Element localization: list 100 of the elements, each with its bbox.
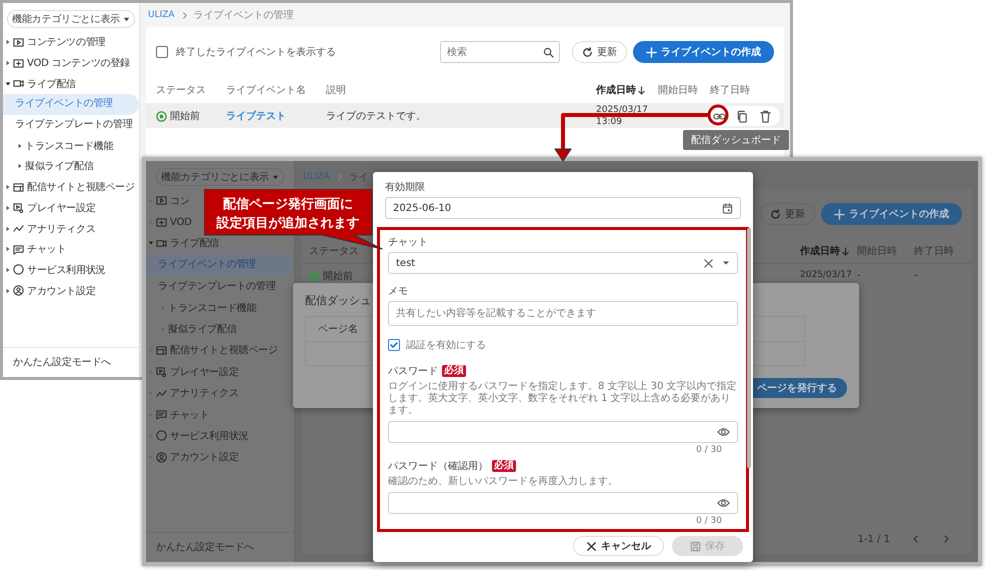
checkbox[interactable]: [156, 46, 168, 58]
highlight-ring: [708, 104, 728, 126]
character-counter: 0 / 30: [696, 445, 722, 455]
expand-caret-icon[interactable]: [5, 80, 11, 87]
column-header[interactable]: 終了日時: [710, 83, 750, 97]
nav-item[interactable]: 配信サイトと視聴ページ: [27, 180, 135, 194]
nav-item[interactable]: サービス利用状況: [27, 262, 106, 277]
event-name-link[interactable]: ライブテスト: [226, 109, 286, 123]
close-icon: [586, 540, 597, 552]
view-selector[interactable]: 機能カテゴリごとに表示: [156, 168, 284, 186]
line-chart-icon: [156, 388, 167, 399]
add-icon: [156, 216, 167, 228]
nav-item[interactable]: コン: [170, 194, 190, 208]
nav-item[interactable]: 配信サイトと視聴ページ: [170, 343, 278, 358]
memo-field[interactable]: 共有したい内容等を記載することができます: [388, 301, 738, 326]
help-text: 確認のため、新しいパスワードを再度入力します。: [388, 476, 619, 488]
layout-icon: [13, 182, 24, 193]
eye-icon[interactable]: [717, 427, 730, 437]
refresh-button[interactable]: 更新: [572, 41, 627, 63]
search-field[interactable]: 検索: [440, 41, 560, 63]
nav-item[interactable]: 擬似ライブ配信: [25, 159, 94, 174]
nav-item[interactable]: ライブイベントの管理: [3, 94, 139, 115]
column-header[interactable]: 開始日時: [658, 83, 698, 97]
field-label: 有効期限: [385, 180, 426, 194]
created-date: 2025/03/17: [800, 269, 853, 281]
required-badge: 必須: [492, 460, 516, 472]
nav-item[interactable]: アナリティクス: [170, 386, 239, 400]
column-header[interactable]: 説明: [326, 83, 346, 97]
refresh-button[interactable]: 更新: [760, 203, 815, 225]
nav-item[interactable]: チャット: [27, 242, 66, 256]
column-header[interactable]: ステータス: [309, 244, 359, 258]
column-header[interactable]: 作成日時: [800, 244, 840, 258]
nav-item[interactable]: 擬似ライブ配信: [168, 322, 237, 336]
character-counter: 0 / 30: [696, 516, 722, 526]
nav-item[interactable]: サービス利用状況: [170, 428, 248, 443]
column-header[interactable]: 終了日時: [914, 244, 954, 258]
breadcrumb-link[interactable]: ULIZA: [148, 10, 175, 20]
callout-text: 配信ページ発行画面に: [223, 197, 353, 212]
add-icon: [13, 58, 24, 69]
nav-item[interactable]: トランスコード機能: [168, 300, 256, 315]
create-button[interactable]: ライブイベントの作成: [633, 41, 774, 63]
column-header[interactable]: 開始日時: [857, 244, 897, 258]
simple-mode-link[interactable]: かんたん設定モードへ: [3, 347, 139, 377]
pagination-text: 1-1 / 1: [858, 534, 890, 544]
nav-item[interactable]: VOD コンテンツの登録: [27, 56, 130, 70]
column-header[interactable]: ステータス: [156, 83, 206, 97]
simple-mode-link[interactable]: かんたん設定モードへ: [146, 532, 294, 562]
view-selector[interactable]: 機能カテゴリごとに表示: [7, 10, 135, 28]
cancel-button[interactable]: キャンセル: [573, 536, 664, 556]
nav-item[interactable]: VOD: [170, 216, 192, 228]
create-button[interactable]: ライブイベントの作成: [821, 203, 962, 225]
checkbox-label: 認証を有効にする: [406, 338, 486, 352]
chevron-right-icon[interactable]: [942, 535, 950, 543]
status-text: 開始前: [170, 110, 200, 123]
copy-icon[interactable]: [736, 110, 749, 122]
player-icon: [156, 366, 167, 378]
nav-item[interactable]: アカウント設定: [27, 284, 96, 298]
nav-item[interactable]: プレイヤー設定: [27, 200, 96, 215]
nav-item[interactable]: プレイヤー設定: [170, 364, 239, 379]
nav-item[interactable]: ライブ配信: [170, 236, 220, 250]
nav-item[interactable]: コンテンツの管理: [27, 35, 106, 50]
nav-item[interactable]: ライブテンプレートの管理: [3, 114, 139, 136]
required-badge: 必須: [442, 365, 466, 377]
nav-item[interactable]: ライブイベントの管理: [146, 254, 294, 276]
search-icon[interactable]: [543, 46, 554, 58]
field-label: メモ: [388, 285, 409, 298]
scrollbar-thumb[interactable]: [747, 228, 751, 468]
refresh-icon: [770, 208, 781, 220]
status-icon: [156, 110, 167, 122]
created-date: 2025/03/17 13:09: [596, 104, 649, 128]
clear-icon[interactable]: [703, 258, 714, 268]
chevron-left-icon[interactable]: [912, 535, 920, 543]
account-icon: [156, 452, 167, 463]
checkbox[interactable]: [388, 339, 400, 351]
layout-icon: [156, 344, 167, 356]
column-header[interactable]: 作成日時: [596, 83, 636, 97]
date-field[interactable]: 2025-06-10: [385, 197, 741, 219]
nav-item[interactable]: ライブ配信: [27, 76, 76, 91]
sort-arrow-icon: [638, 86, 645, 94]
chevron-right-icon: [336, 174, 343, 180]
chat-select[interactable]: test: [388, 252, 738, 274]
nav-item[interactable]: チャット: [170, 408, 210, 422]
refresh-icon: [582, 46, 593, 58]
nav-item[interactable]: ライブテンプレートの管理: [146, 276, 294, 297]
password-field[interactable]: [388, 492, 738, 514]
chevron-right-icon: [180, 12, 188, 18]
eye-icon[interactable]: [717, 498, 730, 508]
trash-icon[interactable]: [759, 110, 772, 122]
password-field[interactable]: [388, 421, 738, 443]
video-camera-icon: [13, 78, 24, 90]
column-header[interactable]: ライブイベント名: [226, 83, 306, 97]
chat-icon: [156, 409, 167, 420]
save-icon: [690, 540, 701, 552]
nav-item[interactable]: アナリティクス: [27, 222, 96, 236]
callout-text: 設定項目が追加されます: [216, 216, 360, 231]
nav-item[interactable]: アカウント設定: [170, 450, 239, 464]
nav-item[interactable]: トランスコード機能: [25, 138, 114, 153]
start-date: -: [857, 270, 861, 280]
column-header: ページ名: [318, 323, 358, 336]
plus-icon: [834, 208, 845, 220]
